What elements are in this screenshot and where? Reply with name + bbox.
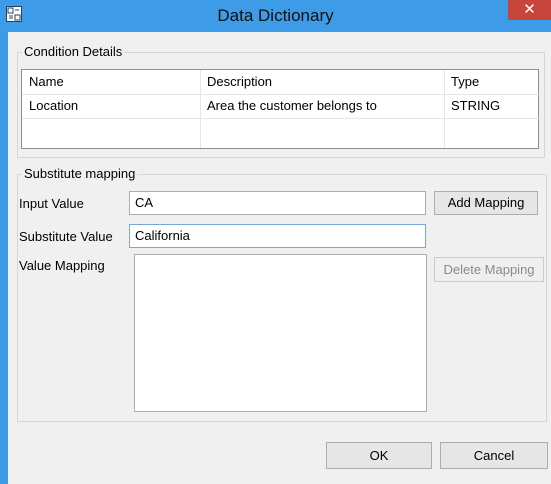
close-button[interactable]: ✕ (508, 0, 551, 20)
title-bar[interactable]: Data Dictionary ✕ (0, 0, 551, 32)
cell-name: Location (29, 98, 79, 113)
data-dictionary-dialog: Data Dictionary ✕ Condition Details Name… (0, 0, 551, 484)
delete-mapping-button[interactable]: Delete Mapping (434, 257, 544, 282)
condition-table[interactable]: Name Description Type Location Area the … (21, 69, 541, 149)
value-mapping-label: Value Mapping (19, 258, 105, 273)
column-header-description[interactable]: Description (200, 70, 444, 94)
substitute-value-label: Substitute Value (19, 229, 113, 244)
column-header-type[interactable]: Type (444, 70, 540, 94)
input-value-label: Input Value (19, 196, 84, 211)
cell-description: Area the customer belongs to (207, 98, 377, 113)
input-value-field[interactable]: CA (129, 191, 426, 215)
close-icon: ✕ (523, 1, 536, 18)
value-mapping-list[interactable] (134, 254, 427, 412)
cell-type: STRING (451, 98, 501, 113)
substitute-mapping-legend: Substitute mapping (22, 166, 138, 181)
ok-button[interactable]: OK (326, 442, 432, 469)
column-header-name[interactable]: Name (22, 70, 200, 94)
dialog-body: Condition Details Name Description Type … (8, 32, 551, 484)
substitute-value-field[interactable]: California (129, 224, 426, 248)
window-title: Data Dictionary (217, 6, 334, 25)
condition-details-legend: Condition Details (22, 44, 125, 59)
add-mapping-button[interactable]: Add Mapping (434, 191, 538, 215)
cancel-button[interactable]: Cancel (440, 442, 548, 469)
